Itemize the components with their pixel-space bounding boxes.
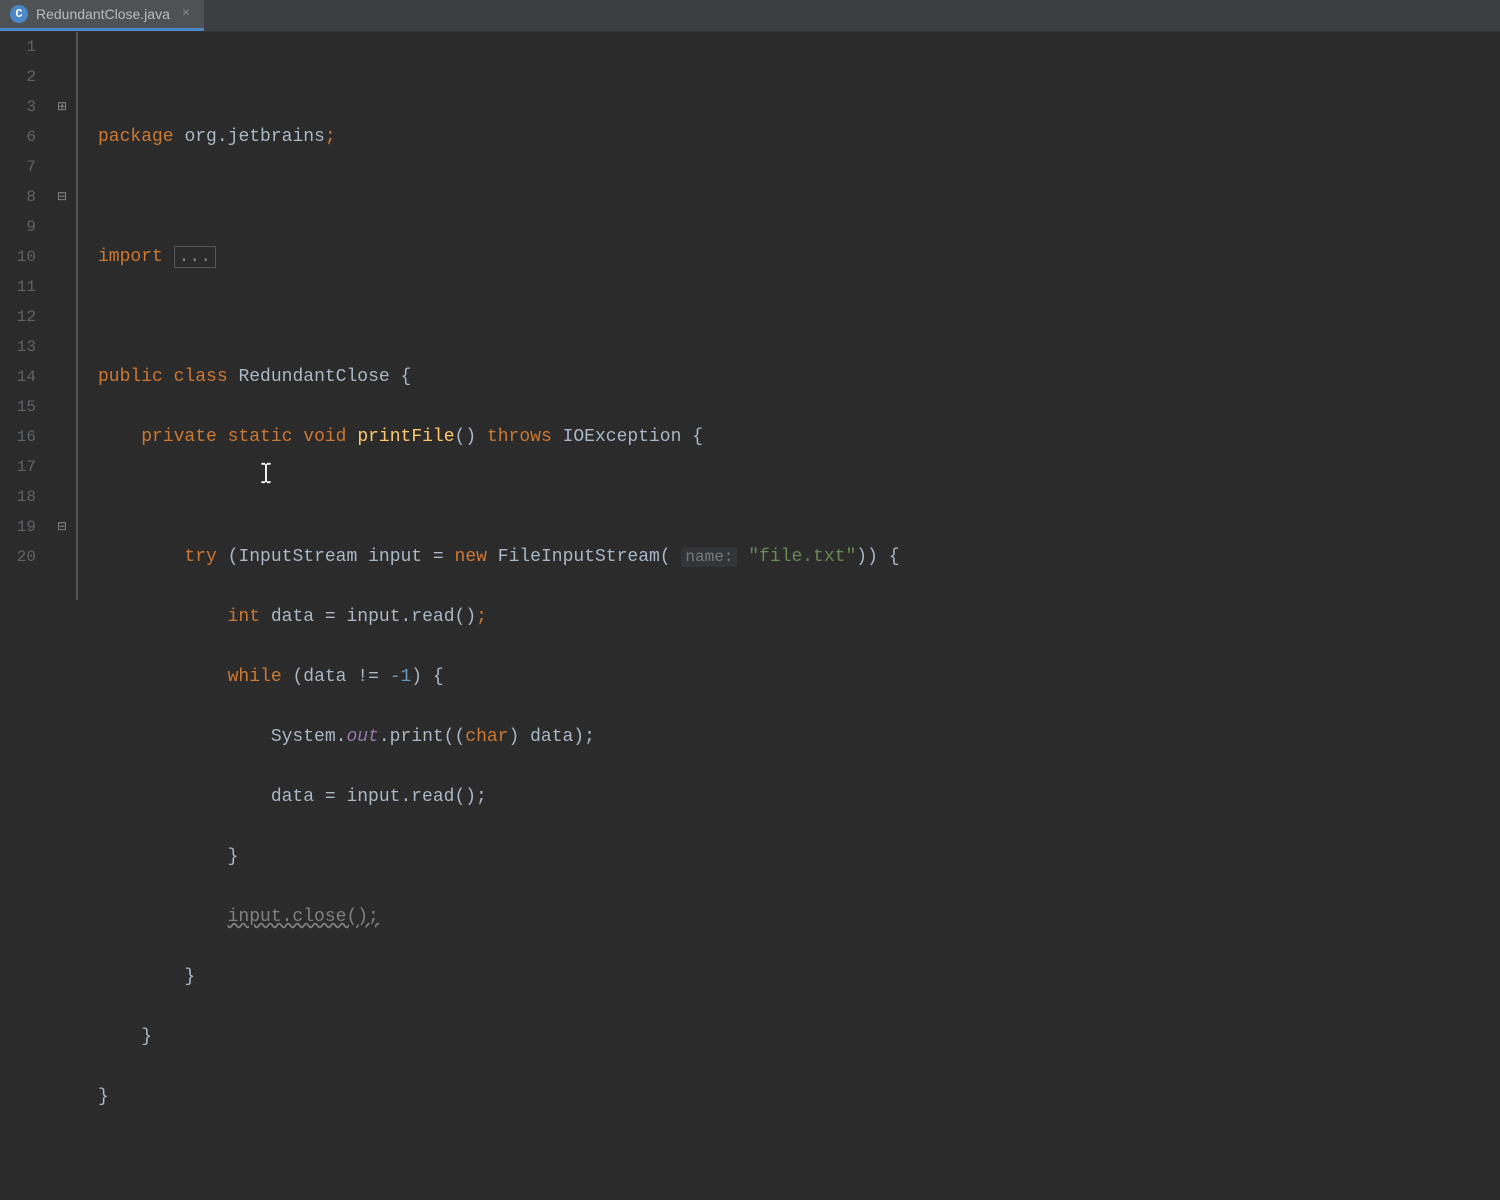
- line-number: 11: [0, 272, 36, 302]
- inspection-warning[interactable]: input.close();: [228, 907, 379, 927]
- line-number: 16: [0, 422, 36, 452]
- code-line[interactable]: [98, 182, 1500, 212]
- code-line[interactable]: private static void printFile() throws I…: [98, 422, 1500, 452]
- line-number: 10: [0, 242, 36, 272]
- line-number: 13: [0, 332, 36, 362]
- code-line[interactable]: System.out.print((char) data);: [98, 722, 1500, 752]
- line-number: 9: [0, 212, 36, 242]
- code-editor[interactable]: 1 2 3 6 7 8 9 10 11 12 13 14 15 16 17 18…: [0, 32, 1500, 600]
- code-line[interactable]: public class RedundantClose {: [98, 362, 1500, 392]
- fold-gutter: ⊞ ⊟ ⊟: [48, 32, 76, 600]
- tab-bar: C RedundantClose.java ×: [0, 0, 1500, 32]
- line-number: 8: [0, 182, 36, 212]
- line-number: 3: [0, 92, 36, 122]
- code-line[interactable]: [98, 482, 1500, 512]
- line-number: 6: [0, 122, 36, 152]
- code-line[interactable]: }: [98, 1022, 1500, 1052]
- line-number: 15: [0, 392, 36, 422]
- code-line[interactable]: [98, 1142, 1500, 1172]
- close-icon[interactable]: ×: [178, 6, 194, 22]
- code-line[interactable]: import ...: [98, 242, 1500, 272]
- code-line[interactable]: input.close();: [98, 902, 1500, 932]
- code-line[interactable]: }: [98, 1082, 1500, 1112]
- code-line[interactable]: package org.jetbrains;: [98, 122, 1500, 152]
- tab-filename: RedundantClose.java: [36, 6, 170, 22]
- code-line[interactable]: [98, 302, 1500, 332]
- code-area[interactable]: package org.jetbrains; import ... public…: [76, 32, 1500, 600]
- line-number: 20: [0, 542, 36, 572]
- fold-expand-icon[interactable]: ⊞: [55, 92, 69, 122]
- line-number: 17: [0, 452, 36, 482]
- code-line[interactable]: }: [98, 842, 1500, 872]
- java-class-icon: C: [10, 5, 28, 23]
- line-number: 12: [0, 302, 36, 332]
- file-tab[interactable]: C RedundantClose.java ×: [0, 0, 204, 31]
- folded-imports[interactable]: ...: [174, 246, 216, 268]
- code-line[interactable]: }: [98, 962, 1500, 992]
- line-number: 7: [0, 152, 36, 182]
- code-line[interactable]: try (InputStream input = new FileInputSt…: [98, 542, 1500, 572]
- line-number: 14: [0, 362, 36, 392]
- parameter-hint: name:: [681, 547, 737, 567]
- line-number: 2: [0, 62, 36, 92]
- line-number: 19: [0, 512, 36, 542]
- code-line[interactable]: data = input.read();: [98, 782, 1500, 812]
- fold-collapse-icon[interactable]: ⊟: [55, 512, 69, 542]
- line-number-gutter: 1 2 3 6 7 8 9 10 11 12 13 14 15 16 17 18…: [0, 32, 48, 600]
- line-number: 18: [0, 482, 36, 512]
- fold-collapse-icon[interactable]: ⊟: [55, 182, 69, 212]
- code-line[interactable]: while (data != -1) {: [98, 662, 1500, 692]
- code-line[interactable]: int data = input.read();: [98, 602, 1500, 632]
- line-number: 1: [0, 32, 36, 62]
